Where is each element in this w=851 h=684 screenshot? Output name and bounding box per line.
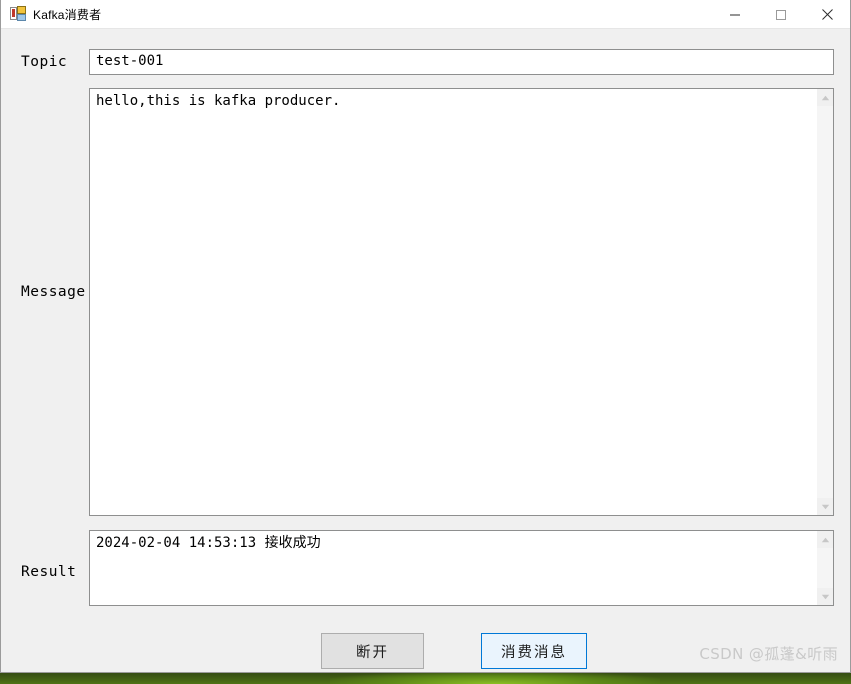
consume-message-button[interactable]: 消费消息 — [481, 633, 587, 669]
result-scrollbar[interactable] — [816, 531, 833, 605]
result-label: Result — [21, 564, 77, 580]
message-label: Message — [21, 284, 86, 300]
scroll-up-icon[interactable] — [817, 531, 834, 548]
message-scrollbar[interactable] — [816, 89, 833, 515]
topic-input-value: test-001 — [96, 53, 164, 69]
winforms-designer-icon — [10, 6, 26, 22]
title-bar[interactable]: Kafka消费者 — [1, 0, 850, 29]
disconnect-button[interactable]: 断开 — [321, 633, 424, 669]
window-controls — [712, 0, 850, 29]
message-scroll-track[interactable] — [816, 106, 833, 498]
result-textarea-value: 2024-02-04 14:53:13 接收成功 — [96, 535, 321, 551]
maximize-icon[interactable] — [758, 0, 804, 29]
desktop-wallpaper — [330, 672, 660, 684]
message-textarea[interactable]: hello,this is kafka producer. — [89, 88, 834, 516]
topic-label: Topic — [21, 54, 68, 70]
close-icon[interactable] — [804, 0, 850, 29]
topic-input[interactable]: test-001 — [89, 49, 834, 75]
scroll-down-icon[interactable] — [817, 498, 834, 515]
message-textarea-value: hello,this is kafka producer. — [96, 93, 341, 109]
window-title: Kafka消费者 — [33, 7, 102, 22]
scroll-down-icon[interactable] — [817, 588, 834, 605]
result-scroll-track[interactable] — [816, 548, 833, 588]
minimize-icon[interactable] — [712, 0, 758, 29]
csdn-watermark: CSDN @孤蓬&听雨 — [699, 645, 838, 663]
scroll-up-icon[interactable] — [817, 89, 834, 106]
kafka-consumer-window: Kafka消费者 Topic test-001 Message hello,th… — [0, 0, 851, 673]
result-textarea[interactable]: 2024-02-04 14:53:13 接收成功 — [89, 530, 834, 606]
